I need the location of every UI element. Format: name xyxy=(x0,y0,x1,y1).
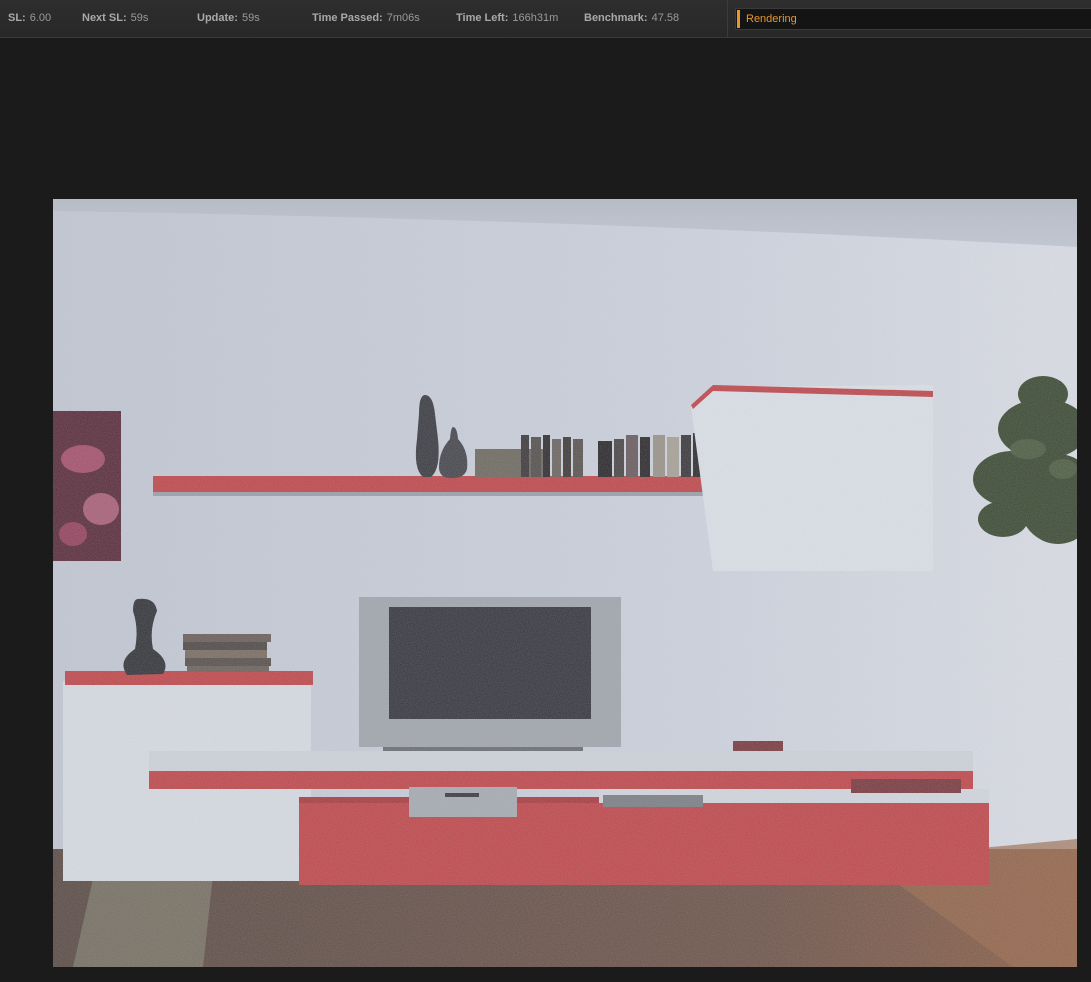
render-image xyxy=(53,199,1077,967)
stat-label: Benchmark: xyxy=(584,12,648,24)
stat-sampling-level: SL: 6.00 xyxy=(8,12,51,24)
stat-time-left: Time Left: 166h31m xyxy=(456,12,558,24)
stat-label: Next SL: xyxy=(82,12,127,24)
stat-label: SL: xyxy=(8,12,26,24)
stat-value: 59s xyxy=(130,12,149,24)
stat-label: Time Passed: xyxy=(312,12,383,24)
render-status-field: Rendering xyxy=(735,8,1091,30)
stat-label: Time Left: xyxy=(456,12,509,24)
render-stats-toolbar: SL: 6.00 Next SL: 59s Update: 59s Time Pass… xyxy=(0,0,1091,38)
stat-label: Update: xyxy=(197,12,238,24)
stat-benchmark: Benchmark: 47.58 xyxy=(584,12,679,24)
stat-time-passed: Time Passed: 7m06s xyxy=(312,12,420,24)
stat-next-sampling-level: Next SL: 59s xyxy=(82,12,148,24)
stat-update: Update: 59s xyxy=(197,12,260,24)
stat-value: 6.00 xyxy=(29,12,52,24)
render-status-text: Rendering xyxy=(746,13,797,25)
status-indicator xyxy=(737,10,740,28)
stat-value: 59s xyxy=(241,12,260,24)
stat-value: 7m06s xyxy=(386,12,420,24)
toolbar-divider xyxy=(727,0,728,38)
stat-value: 47.58 xyxy=(651,12,680,24)
render-viewport[interactable] xyxy=(53,199,1077,967)
stat-value: 166h31m xyxy=(512,12,559,24)
